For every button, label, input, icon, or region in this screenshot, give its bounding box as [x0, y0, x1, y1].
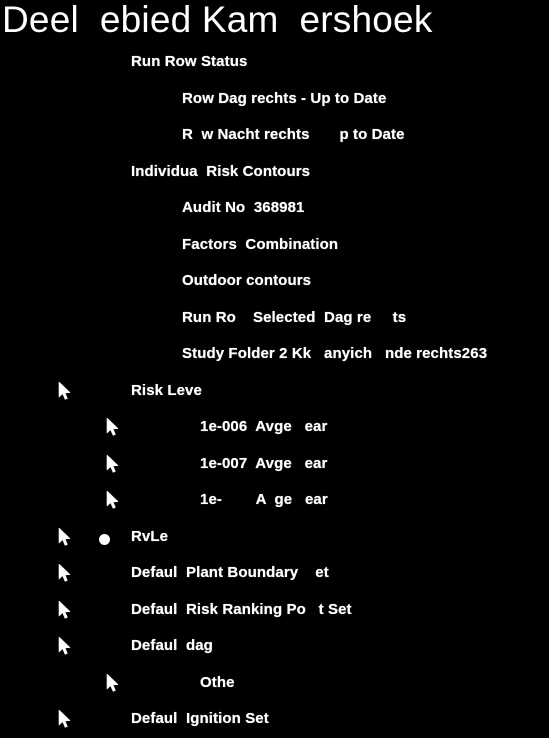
tree-row-label: 1e-007 Avge ear: [200, 454, 328, 472]
mouse-cursor-icon[interactable]: [58, 527, 72, 547]
tree-row-label: Run Ro Selected Dag re ts: [182, 308, 407, 326]
tree-row[interactable]: Factors Combination: [0, 227, 549, 264]
tree-row[interactable]: Row Dag rechts - Up to Date: [0, 81, 549, 118]
tree-row[interactable]: 1e-006 Avge ear: [0, 409, 549, 446]
tree-row[interactable]: Defaul Ignition Set: [0, 701, 549, 738]
tree-row-label: R w Nacht rechts p to Date: [182, 126, 405, 143]
tree-row-label: RvLe: [131, 527, 169, 545]
mouse-cursor-icon[interactable]: [58, 564, 72, 583]
mouse-cursor-icon[interactable]: [106, 673, 120, 693]
tree-row[interactable]: 1e-007 Avge ear: [0, 446, 549, 483]
mouse-cursor-icon[interactable]: [106, 418, 120, 437]
tree-row-label: Study Folder 2 Kk anyich nde rechts263: [182, 345, 488, 362]
tree-row[interactable]: Study Folder 2 Kk anyich nde rechts263: [0, 336, 549, 373]
tree-row-label: Audit No 368981: [182, 199, 305, 216]
tree-row-label: Individua Risk Contours: [131, 162, 311, 180]
tree-row[interactable]: Audit No 368981: [0, 190, 549, 227]
tree-row-label: Defaul dag: [131, 637, 213, 654]
mouse-cursor-icon[interactable]: [106, 491, 120, 510]
tree-row[interactable]: R w Nacht rechts p to Date: [0, 117, 549, 154]
tree-row[interactable]: Defaul dag: [0, 628, 549, 665]
tree-row-label: 1e- A ge ear: [200, 491, 328, 508]
mouse-cursor-icon[interactable]: [58, 637, 72, 656]
tree-row[interactable]: Risk Leve: [0, 373, 549, 410]
tree-row-label: Row Dag rechts - Up to Date: [182, 89, 387, 107]
tree-view[interactable]: Run Row Status Row Dag rechts - Up to Dat…: [0, 44, 549, 728]
mouse-cursor-icon[interactable]: [58, 710, 72, 729]
bullet-dot-icon: [99, 533, 110, 545]
tree-row[interactable]: Run Ro Selected Dag re ts: [0, 300, 549, 337]
tree-row-label: 1e-006 Avge ear: [200, 418, 328, 435]
tree-row-label: Outdoor contours: [182, 272, 312, 289]
tree-row[interactable]: Individua Risk Contours: [0, 154, 549, 191]
mouse-cursor-icon[interactable]: [106, 454, 120, 474]
title-bar: Deel ebied Kam ershoek: [0, 0, 549, 44]
tree-row[interactable]: Run Row Status: [0, 44, 549, 81]
tree-row-label: Defaul Risk Ranking Po t Set: [131, 600, 352, 618]
tree-row[interactable]: Defaul Risk Ranking Po t Set: [0, 592, 549, 629]
tree-row[interactable]: RvLe: [0, 519, 549, 556]
tree-row-label: Factors Combination: [182, 235, 339, 253]
tree-row[interactable]: Outdoor contours: [0, 263, 549, 300]
page-title: Deel ebied Kam ershoek: [2, 0, 433, 40]
mouse-cursor-icon[interactable]: [58, 381, 72, 401]
tree-row[interactable]: Othe: [0, 665, 549, 702]
tree-row[interactable]: Defaul Plant Boundary et: [0, 555, 549, 592]
tree-row-label: Othe: [200, 673, 235, 691]
mouse-cursor-icon[interactable]: [58, 600, 72, 620]
tree-row-label: Defaul Plant Boundary et: [131, 564, 329, 581]
tree-row-label: Risk Leve: [131, 381, 202, 399]
tree-row-label: Run Row Status: [131, 53, 248, 70]
tree-row[interactable]: 1e- A ge ear: [0, 482, 549, 519]
tree-row-label: Defaul Ignition Set: [131, 710, 269, 727]
